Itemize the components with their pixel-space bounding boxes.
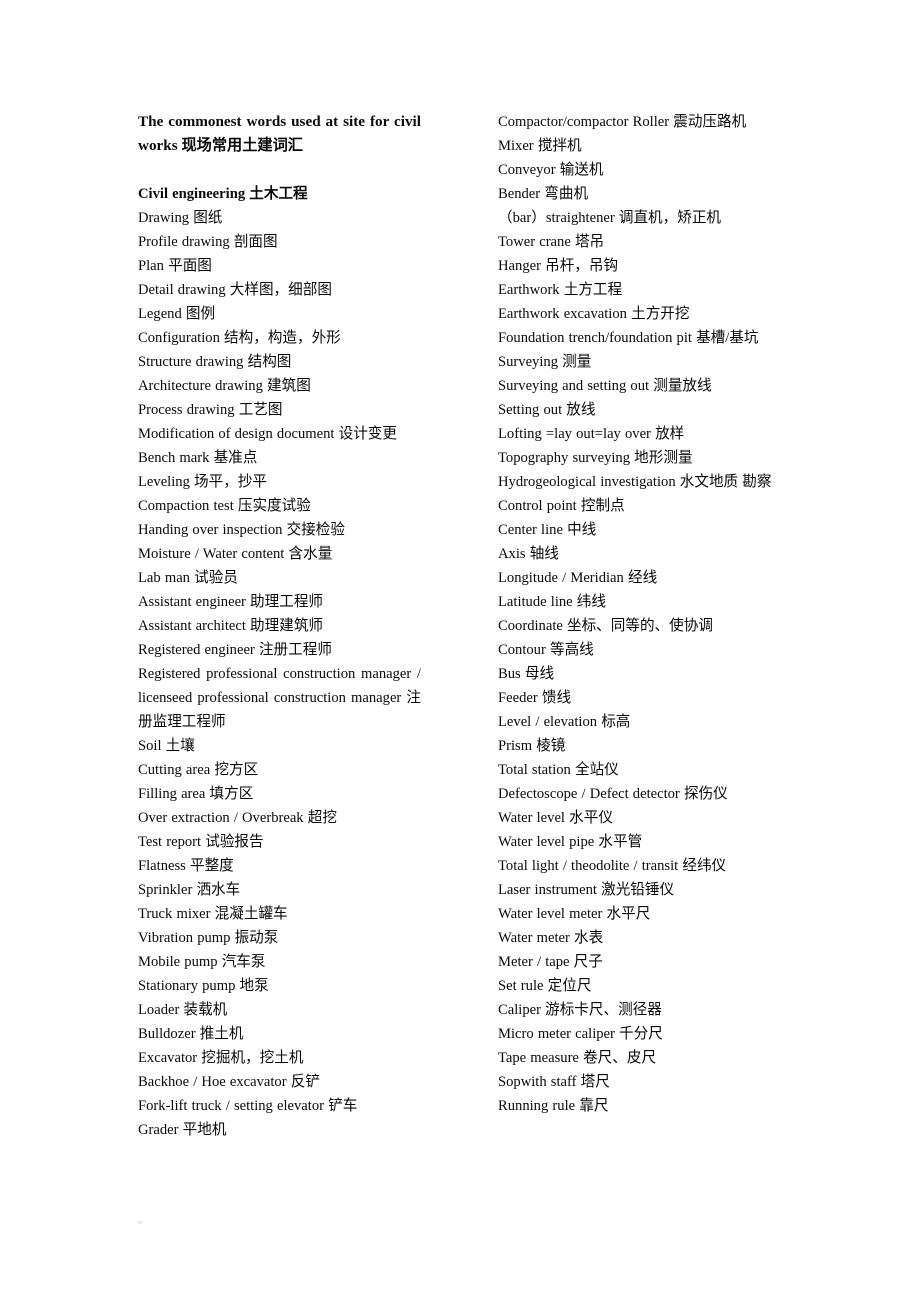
glossary-entry: （bar）straightener 调直机，矫正机: [498, 210, 722, 226]
glossary-entry: Architecture drawing 建筑图: [138, 378, 311, 394]
glossary-entry: Registered professional construction man…: [138, 666, 421, 730]
glossary-entry: Drawing 图纸: [138, 210, 223, 226]
glossary-entry: Mobile pump 汽车泵: [138, 954, 266, 970]
section-heading-civil-engineering: Civil engineering 土木工程: [138, 186, 308, 202]
glossary-entry: Test report 试验报告: [138, 834, 264, 850]
glossary-entry: Bender 弯曲机: [498, 186, 589, 202]
glossary-entry: Water meter 水表: [498, 930, 604, 946]
glossary-entry: Registered engineer 注册工程师: [138, 642, 332, 658]
glossary-entry: Stationary pump 地泵: [138, 978, 269, 994]
glossary-entry: Surveying 测量: [498, 354, 592, 370]
glossary-entry: Total light / theodolite / transit 经纬仪: [498, 858, 727, 874]
glossary-entry: Filling area 填方区: [138, 786, 254, 802]
glossary-entry: Laser instrument 激光铅锤仪: [498, 882, 675, 898]
glossary-entry: Configuration 结构，构造，外形: [138, 330, 341, 346]
glossary-entry: Meter / tape 尺子: [498, 954, 603, 970]
glossary-entry: Hydrogeological investigation 水文地质 勘察: [498, 474, 772, 490]
glossary-entry: Earthwork 土方工程: [498, 282, 623, 298]
glossary-entry: Excavator 挖掘机，挖土机: [138, 1050, 304, 1066]
glossary-entry: Truck mixer 混凝土罐车: [138, 906, 288, 922]
glossary-entry: Vibration pump 振动泵: [138, 930, 279, 946]
glossary-entry: Control point 控制点: [498, 498, 625, 514]
glossary-entry: Cutting area 挖方区: [138, 762, 259, 778]
glossary-entry: Modification of design document 设计变更: [138, 426, 397, 442]
right-column: Compactor/compactor Roller 震动压路机 Mixer 搅…: [498, 110, 782, 1118]
glossary-entry: Defectoscope / Defect detector 探伤仪: [498, 786, 728, 802]
title-spacer: [138, 158, 421, 182]
glossary-entry: Caliper 游标卡尺、测径器: [498, 1002, 662, 1018]
glossary-entry: Running rule 靠尺: [498, 1098, 609, 1114]
glossary-entry: Soil 土壤: [138, 738, 195, 754]
glossary-entry: Water level pipe 水平管: [498, 834, 643, 850]
glossary-entry: Latitude line 纬线: [498, 594, 606, 610]
glossary-entry: Grader 平地机: [138, 1122, 227, 1138]
glossary-entry: Prism 棱镜: [498, 738, 566, 754]
glossary-entry: Legend 图例: [138, 306, 216, 322]
glossary-entry: Foundation trench/foundation pit 基槽/基坑: [498, 330, 759, 346]
glossary-entry: Structure drawing 结构图: [138, 354, 292, 370]
glossary-entry: Earthwork excavation 土方开挖: [498, 306, 690, 322]
glossary-entry: Center line 中线: [498, 522, 597, 538]
glossary-entry: Assistant architect 助理建筑师: [138, 618, 324, 634]
glossary-entry: Contour 等高线: [498, 642, 594, 658]
glossary-entry: Compactor/compactor Roller 震动压路机: [498, 114, 747, 130]
glossary-entry: Water level 水平仪: [498, 810, 613, 826]
glossary-entry: Detail drawing 大样图，细部图: [138, 282, 332, 298]
glossary-entry: Lofting =lay out=lay over 放样: [498, 426, 685, 442]
glossary-entry: Mixer 搅拌机: [498, 138, 582, 154]
glossary-entry: Set rule 定位尺: [498, 978, 592, 994]
glossary-entry: Leveling 场平，抄平: [138, 474, 267, 490]
glossary-entry: Conveyor 输送机: [498, 162, 604, 178]
glossary-entry: Bus 母线: [498, 666, 555, 682]
glossary-entry: Process drawing 工艺图: [138, 402, 283, 418]
glossary-entry: Level / elevation 标高: [498, 714, 631, 730]
glossary-entry: Micro meter caliper 千分尺: [498, 1026, 663, 1042]
glossary-entry: Topography surveying 地形测量: [498, 450, 693, 466]
glossary-entry: Backhoe / Hoe excavator 反铲: [138, 1074, 320, 1090]
glossary-entry: Profile drawing 剖面图: [138, 234, 278, 250]
glossary-entry: Tower crane 塔吊: [498, 234, 605, 250]
glossary-entry: Total station 全站仪: [498, 762, 619, 778]
glossary-entry: Tape measure 卷尺、皮尺: [498, 1050, 657, 1066]
glossary-entry: Setting out 放线: [498, 402, 596, 418]
glossary-entry: Axis 轴线: [498, 546, 559, 562]
glossary-entry: Sprinkler 洒水车: [138, 882, 241, 898]
glossary-entry: Hanger 吊杆，吊钩: [498, 258, 619, 274]
glossary-entry: Handing over inspection 交接检验: [138, 522, 345, 538]
glossary-entry: Over extraction / Overbreak 超挖: [138, 810, 337, 826]
glossary-entry: Bench mark 基准点: [138, 450, 258, 466]
scan-speck-artifact: [137, 1221, 143, 1224]
glossary-entry: Longitude / Meridian 经线: [498, 570, 658, 586]
glossary-entry: Plan 平面图: [138, 258, 212, 274]
glossary-entry: Bulldozer 推土机: [138, 1026, 244, 1042]
glossary-entry: Lab man 试验员: [138, 570, 238, 586]
left-column: The commonest words used at site for civ…: [138, 110, 421, 1142]
document-page: The commonest words used at site for civ…: [0, 0, 920, 1302]
glossary-entry: Water level meter 水平尺: [498, 906, 651, 922]
glossary-entry: Flatness 平整度: [138, 858, 234, 874]
glossary-entry: Loader 装载机: [138, 1002, 228, 1018]
glossary-entry: Surveying and setting out 测量放线: [498, 378, 712, 394]
page-title: The commonest words used at site for civ…: [138, 113, 421, 154]
glossary-entry: Fork-lift truck / setting elevator 铲车: [138, 1098, 358, 1114]
glossary-entry: Compaction test 压实度试验: [138, 498, 311, 514]
glossary-entry: Assistant engineer 助理工程师: [138, 594, 324, 610]
glossary-entry: Coordinate 坐标、同等的、使协调: [498, 618, 713, 634]
glossary-entry: Feeder 馈线: [498, 690, 572, 706]
glossary-entry: Moisture / Water content 含水量: [138, 546, 333, 562]
glossary-entry: Sopwith staff 塔尺: [498, 1074, 610, 1090]
